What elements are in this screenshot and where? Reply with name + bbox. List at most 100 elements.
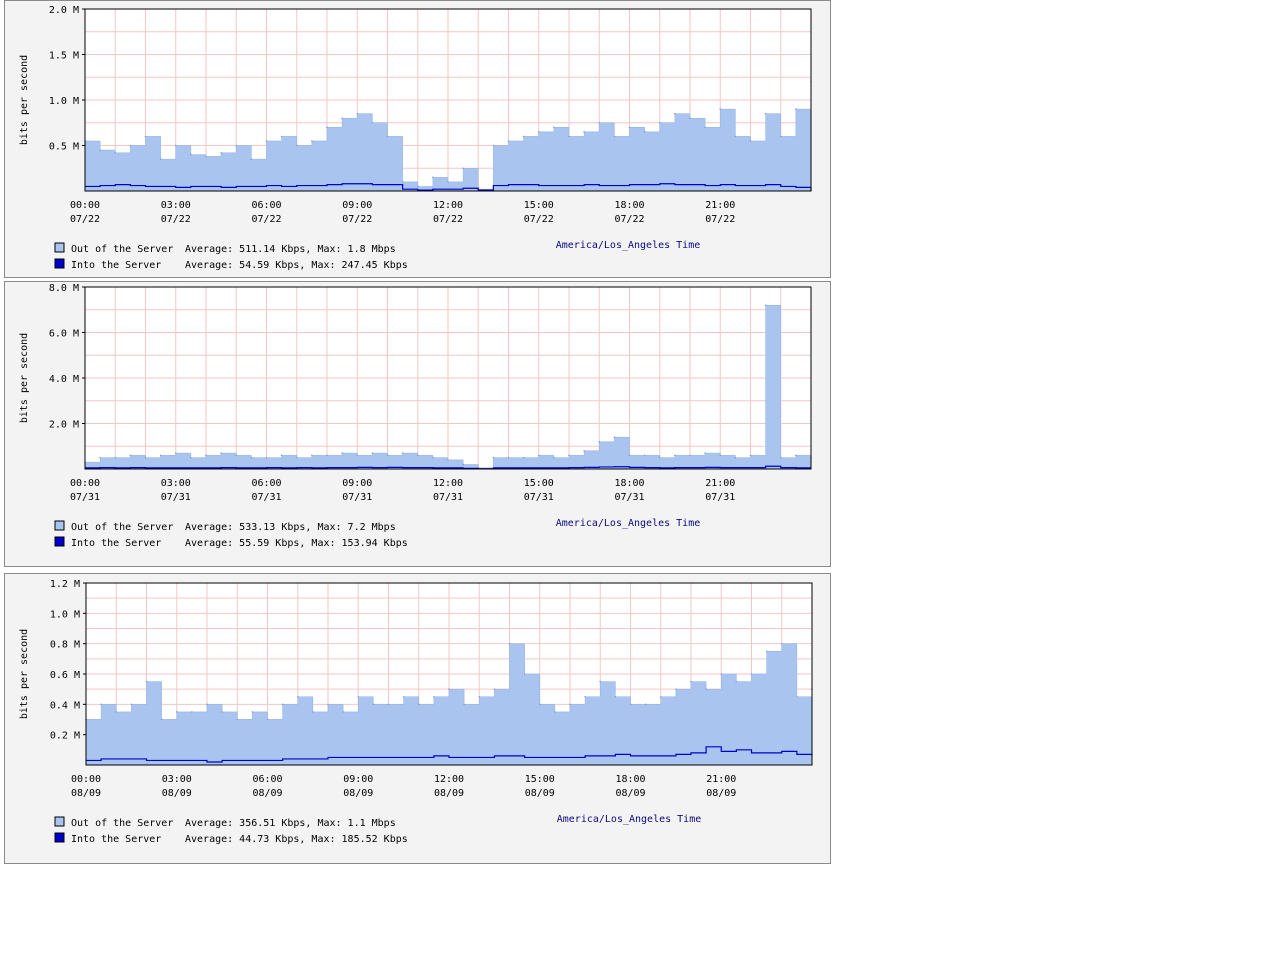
data-point-out <box>416 454 419 457</box>
data-point-out <box>326 126 328 129</box>
x-tick-date: 07/31 <box>70 492 100 503</box>
data-point-out <box>537 454 540 457</box>
legend-swatch <box>54 520 65 531</box>
y-tick-label: 2.0 M <box>49 5 79 16</box>
data-point-out <box>734 456 737 459</box>
x-tick-date: 08/09 <box>615 788 645 799</box>
legend-series-name: Out of the Server <box>71 818 173 829</box>
data-point-out <box>114 456 117 459</box>
data-point-out <box>675 688 677 690</box>
legend-swatch <box>54 832 65 843</box>
x-tick-time: 03:00 <box>161 200 191 211</box>
y-tick-label: 0.8 M <box>50 640 80 651</box>
data-point-out <box>492 456 495 459</box>
data-point-out <box>583 131 585 133</box>
data-point-out <box>296 695 299 698</box>
data-point-out <box>220 151 222 154</box>
x-tick-date: 07/22 <box>342 214 372 225</box>
data-point-out <box>130 703 133 706</box>
data-point-out <box>235 144 238 147</box>
data-point-out <box>372 703 375 706</box>
timezone-label: America/Los_Angeles Time <box>556 240 701 251</box>
data-point-out <box>689 454 691 457</box>
data-point-out <box>554 711 556 713</box>
timezone-label: America/Los_Angeles Time <box>556 518 701 529</box>
data-point-out <box>538 703 541 706</box>
data-point-out <box>311 140 313 142</box>
x-tick-date: 08/09 <box>343 788 373 799</box>
legend-series-stats: Average: 54.59 Kbps, Max: 247.45 Kbps <box>185 260 408 271</box>
legend-series-name: Into the Server <box>71 834 161 845</box>
data-point-out <box>99 149 101 151</box>
data-point-out <box>386 135 389 138</box>
x-tick-date: 08/09 <box>71 788 101 799</box>
x-tick-date: 07/31 <box>705 492 735 503</box>
data-point-out <box>598 440 601 443</box>
data-point-out <box>220 452 222 454</box>
x-tick-date: 07/31 <box>433 492 463 503</box>
legend-series-stats: Average: 356.51 Kbps, Max: 1.1 Mbps <box>185 818 396 829</box>
x-tick-time: 09:00 <box>342 478 372 489</box>
data-point-out <box>613 436 616 438</box>
data-point-out <box>734 135 737 138</box>
data-point-out <box>356 454 359 457</box>
data-point-out <box>690 680 692 683</box>
data-point-out <box>295 144 298 147</box>
data-point-out <box>266 718 269 721</box>
data-point-out <box>100 703 102 706</box>
data-point-out <box>720 673 723 675</box>
data-point-out <box>493 688 496 690</box>
legend-series-stats: Average: 44.73 Kbps, Max: 185.52 Kbps <box>185 834 408 845</box>
x-tick-time: 09:00 <box>342 200 372 211</box>
data-point-out <box>508 642 511 645</box>
data-point-out <box>115 711 118 713</box>
data-point-out <box>764 304 767 306</box>
data-point-out <box>462 463 464 466</box>
data-point-out <box>280 454 283 457</box>
data-point-out <box>371 121 374 124</box>
x-tick-date: 08/09 <box>434 788 464 799</box>
data-point-out <box>553 456 555 459</box>
data-point-out <box>341 452 343 454</box>
data-point-out <box>644 703 647 706</box>
data-point-out <box>659 695 662 698</box>
x-tick-date: 08/09 <box>162 788 192 799</box>
data-point-out <box>191 711 193 713</box>
data-point-out <box>569 703 571 706</box>
legend-swatch <box>54 816 65 827</box>
data-point-out <box>522 135 525 138</box>
data-point-out <box>553 126 555 129</box>
data-point-out <box>160 718 163 721</box>
legend-series-name: Out of the Server <box>71 244 173 255</box>
data-point-out <box>674 112 676 115</box>
data-point-out <box>598 121 601 124</box>
data-point-out <box>779 456 782 459</box>
data-point-out <box>402 695 405 698</box>
legend-series-name: Out of the Server <box>71 522 173 533</box>
data-point-out <box>205 155 207 158</box>
data-point-out <box>327 703 329 706</box>
data-point-out <box>236 718 239 721</box>
data-point-out <box>447 181 449 183</box>
data-point-out <box>357 695 360 698</box>
data-point-out <box>719 108 722 110</box>
legend-series-stats: Average: 533.13 Kbps, Max: 7.2 Mbps <box>185 522 396 533</box>
data-point-out <box>764 112 767 115</box>
data-point-out <box>326 454 328 457</box>
x-tick-date: 07/22 <box>433 214 463 225</box>
data-point-out <box>704 452 706 454</box>
data-point-out <box>129 454 132 457</box>
data-point-out <box>749 454 752 457</box>
data-point-out <box>447 459 449 461</box>
data-point-out <box>796 695 798 698</box>
data-point-out <box>705 688 707 690</box>
y-tick-label: 1.0 M <box>49 96 79 107</box>
x-tick-date: 07/22 <box>251 214 281 225</box>
x-tick-date: 07/22 <box>161 214 191 225</box>
traffic-graph-panel-3: 0.2 M 0.4 M 0.6 M 0.8 M 1.0 M 1.2 M bits per s… <box>4 573 831 864</box>
data-point-out <box>613 135 616 138</box>
legend-swatch <box>54 242 65 253</box>
data-point-out <box>144 135 147 138</box>
y-tick-label: 8.0 M <box>49 283 79 294</box>
x-tick-time: 15:00 <box>524 478 554 489</box>
